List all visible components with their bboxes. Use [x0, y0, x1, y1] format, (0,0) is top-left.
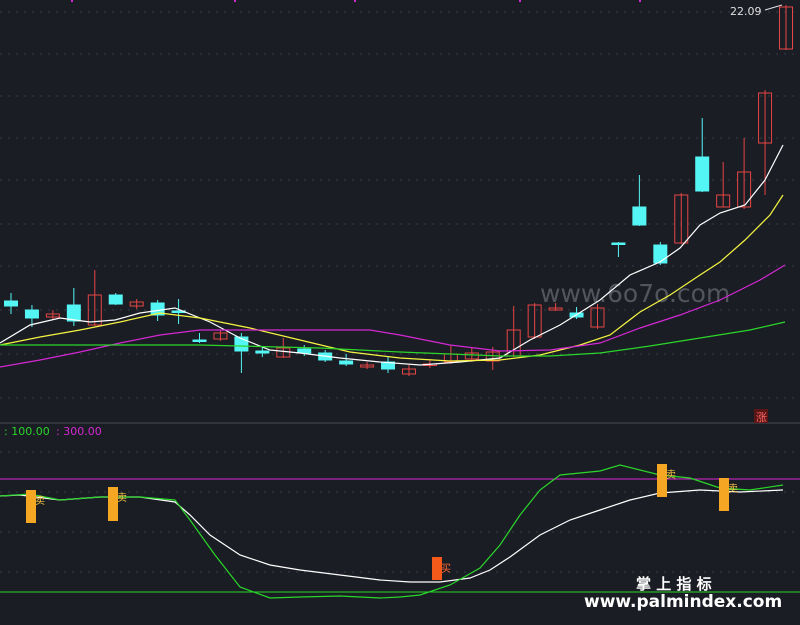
max-price-label: 22.09 — [730, 5, 762, 18]
candle — [108, 293, 123, 305]
ma-line — [0, 194, 784, 362]
brand-chinese: 掌 上 指 标 — [636, 575, 712, 593]
candle-body — [339, 360, 354, 365]
indicator-legend-2: : 300.00 — [56, 425, 102, 438]
candle — [611, 242, 626, 257]
signal-markers: 卖卖买卖卖 — [26, 464, 738, 580]
candle-body — [24, 309, 39, 319]
buy-signal: 买 — [432, 557, 451, 580]
sell-signal: 卖 — [26, 490, 45, 523]
candle — [87, 270, 102, 326]
limit-up-tag: 涨 — [754, 409, 768, 424]
candle — [4, 293, 18, 314]
candle — [779, 5, 793, 50]
candle — [276, 338, 291, 358]
watermark-text: www.6o7o.com — [540, 279, 730, 308]
candle — [45, 310, 60, 319]
candle-body — [255, 350, 270, 354]
candle — [213, 330, 228, 341]
ma-line — [0, 321, 786, 357]
candle — [590, 304, 605, 329]
candle — [401, 365, 416, 376]
signal-label: 卖 — [35, 495, 45, 507]
candle — [129, 299, 144, 309]
candle-body — [192, 339, 207, 342]
candle — [716, 162, 731, 208]
candle — [527, 303, 542, 339]
signal-label: 卖 — [117, 492, 127, 504]
sell-signal: 卖 — [108, 487, 127, 521]
signal-label: 买 — [441, 563, 451, 575]
candle — [192, 333, 207, 343]
signal-label: 卖 — [728, 483, 738, 495]
candle-body — [653, 244, 668, 264]
candle-body — [108, 294, 123, 305]
candle — [695, 118, 710, 192]
candle — [737, 138, 752, 209]
candle — [674, 193, 689, 244]
candle-body — [66, 304, 81, 322]
limit-up-text: 涨 — [756, 411, 767, 424]
sell-signal: 卖 — [719, 478, 738, 511]
candle — [381, 357, 396, 373]
candle — [632, 175, 647, 226]
stock-chart: www.6o7o.com 22.09 涨 : 100.00 : 300.00 卖… — [0, 0, 800, 612]
candle-body — [632, 206, 647, 226]
candle — [339, 354, 354, 366]
candle-body — [695, 156, 710, 192]
indicator-legend-1: : 100.00 — [4, 425, 50, 438]
candle-body — [611, 242, 626, 245]
brand-url: www.palmindex.com — [584, 592, 782, 612]
signal-label: 卖 — [666, 469, 676, 481]
candle — [360, 362, 375, 369]
candlesticks — [4, 5, 793, 376]
candle-body — [4, 300, 18, 307]
